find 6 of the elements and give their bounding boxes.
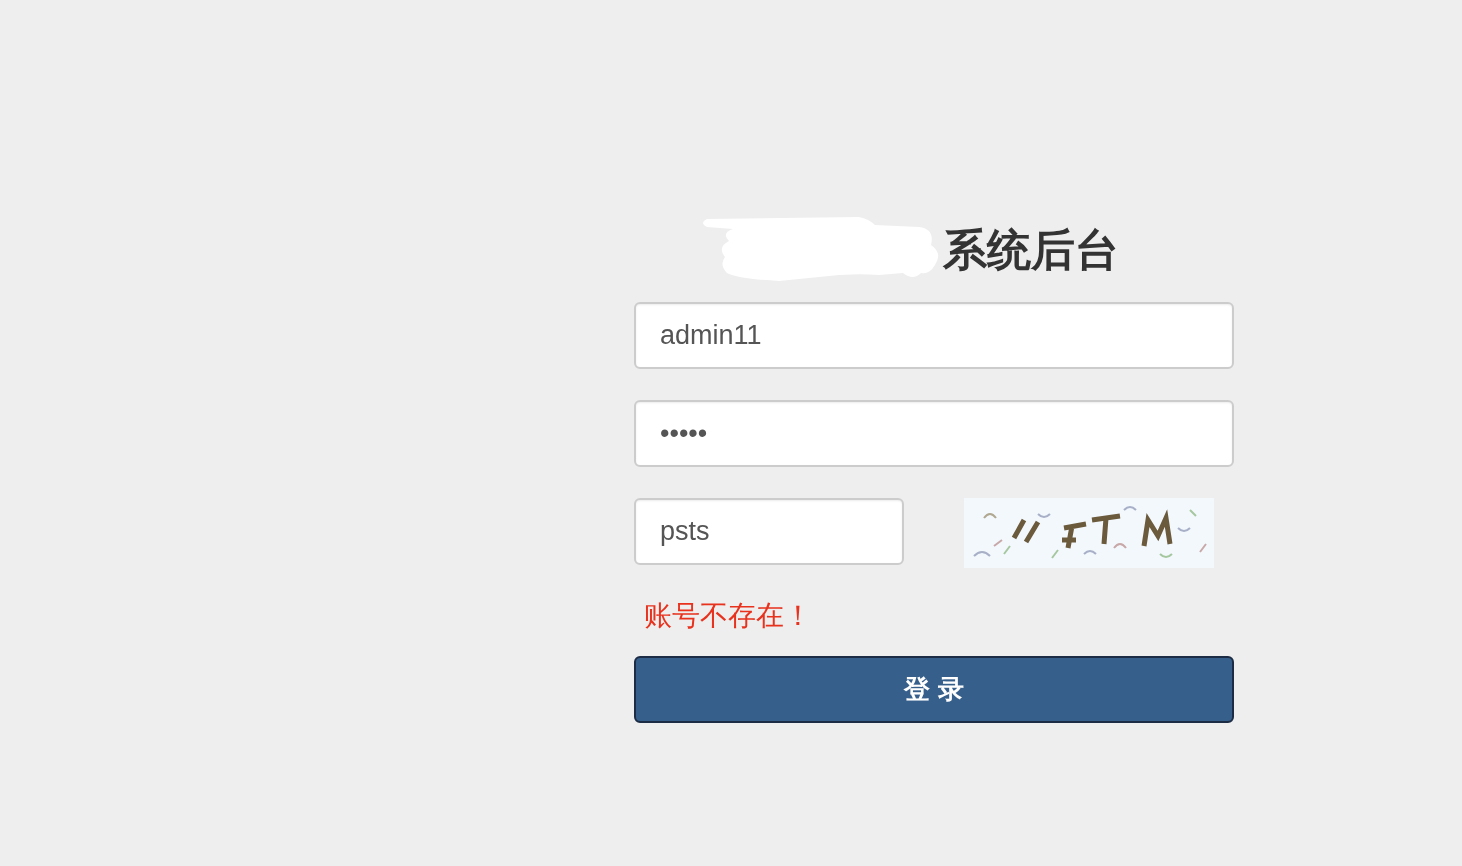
captcha-field[interactable]: psts [634, 498, 904, 565]
page-title: 系统后台 [943, 224, 1119, 276]
error-message: 账号不存在！ [644, 599, 812, 633]
username-field[interactable]: admin11 [634, 302, 1234, 369]
login-button[interactable]: 登 录 [634, 656, 1234, 723]
password-field[interactable]: ••••• [634, 400, 1234, 467]
